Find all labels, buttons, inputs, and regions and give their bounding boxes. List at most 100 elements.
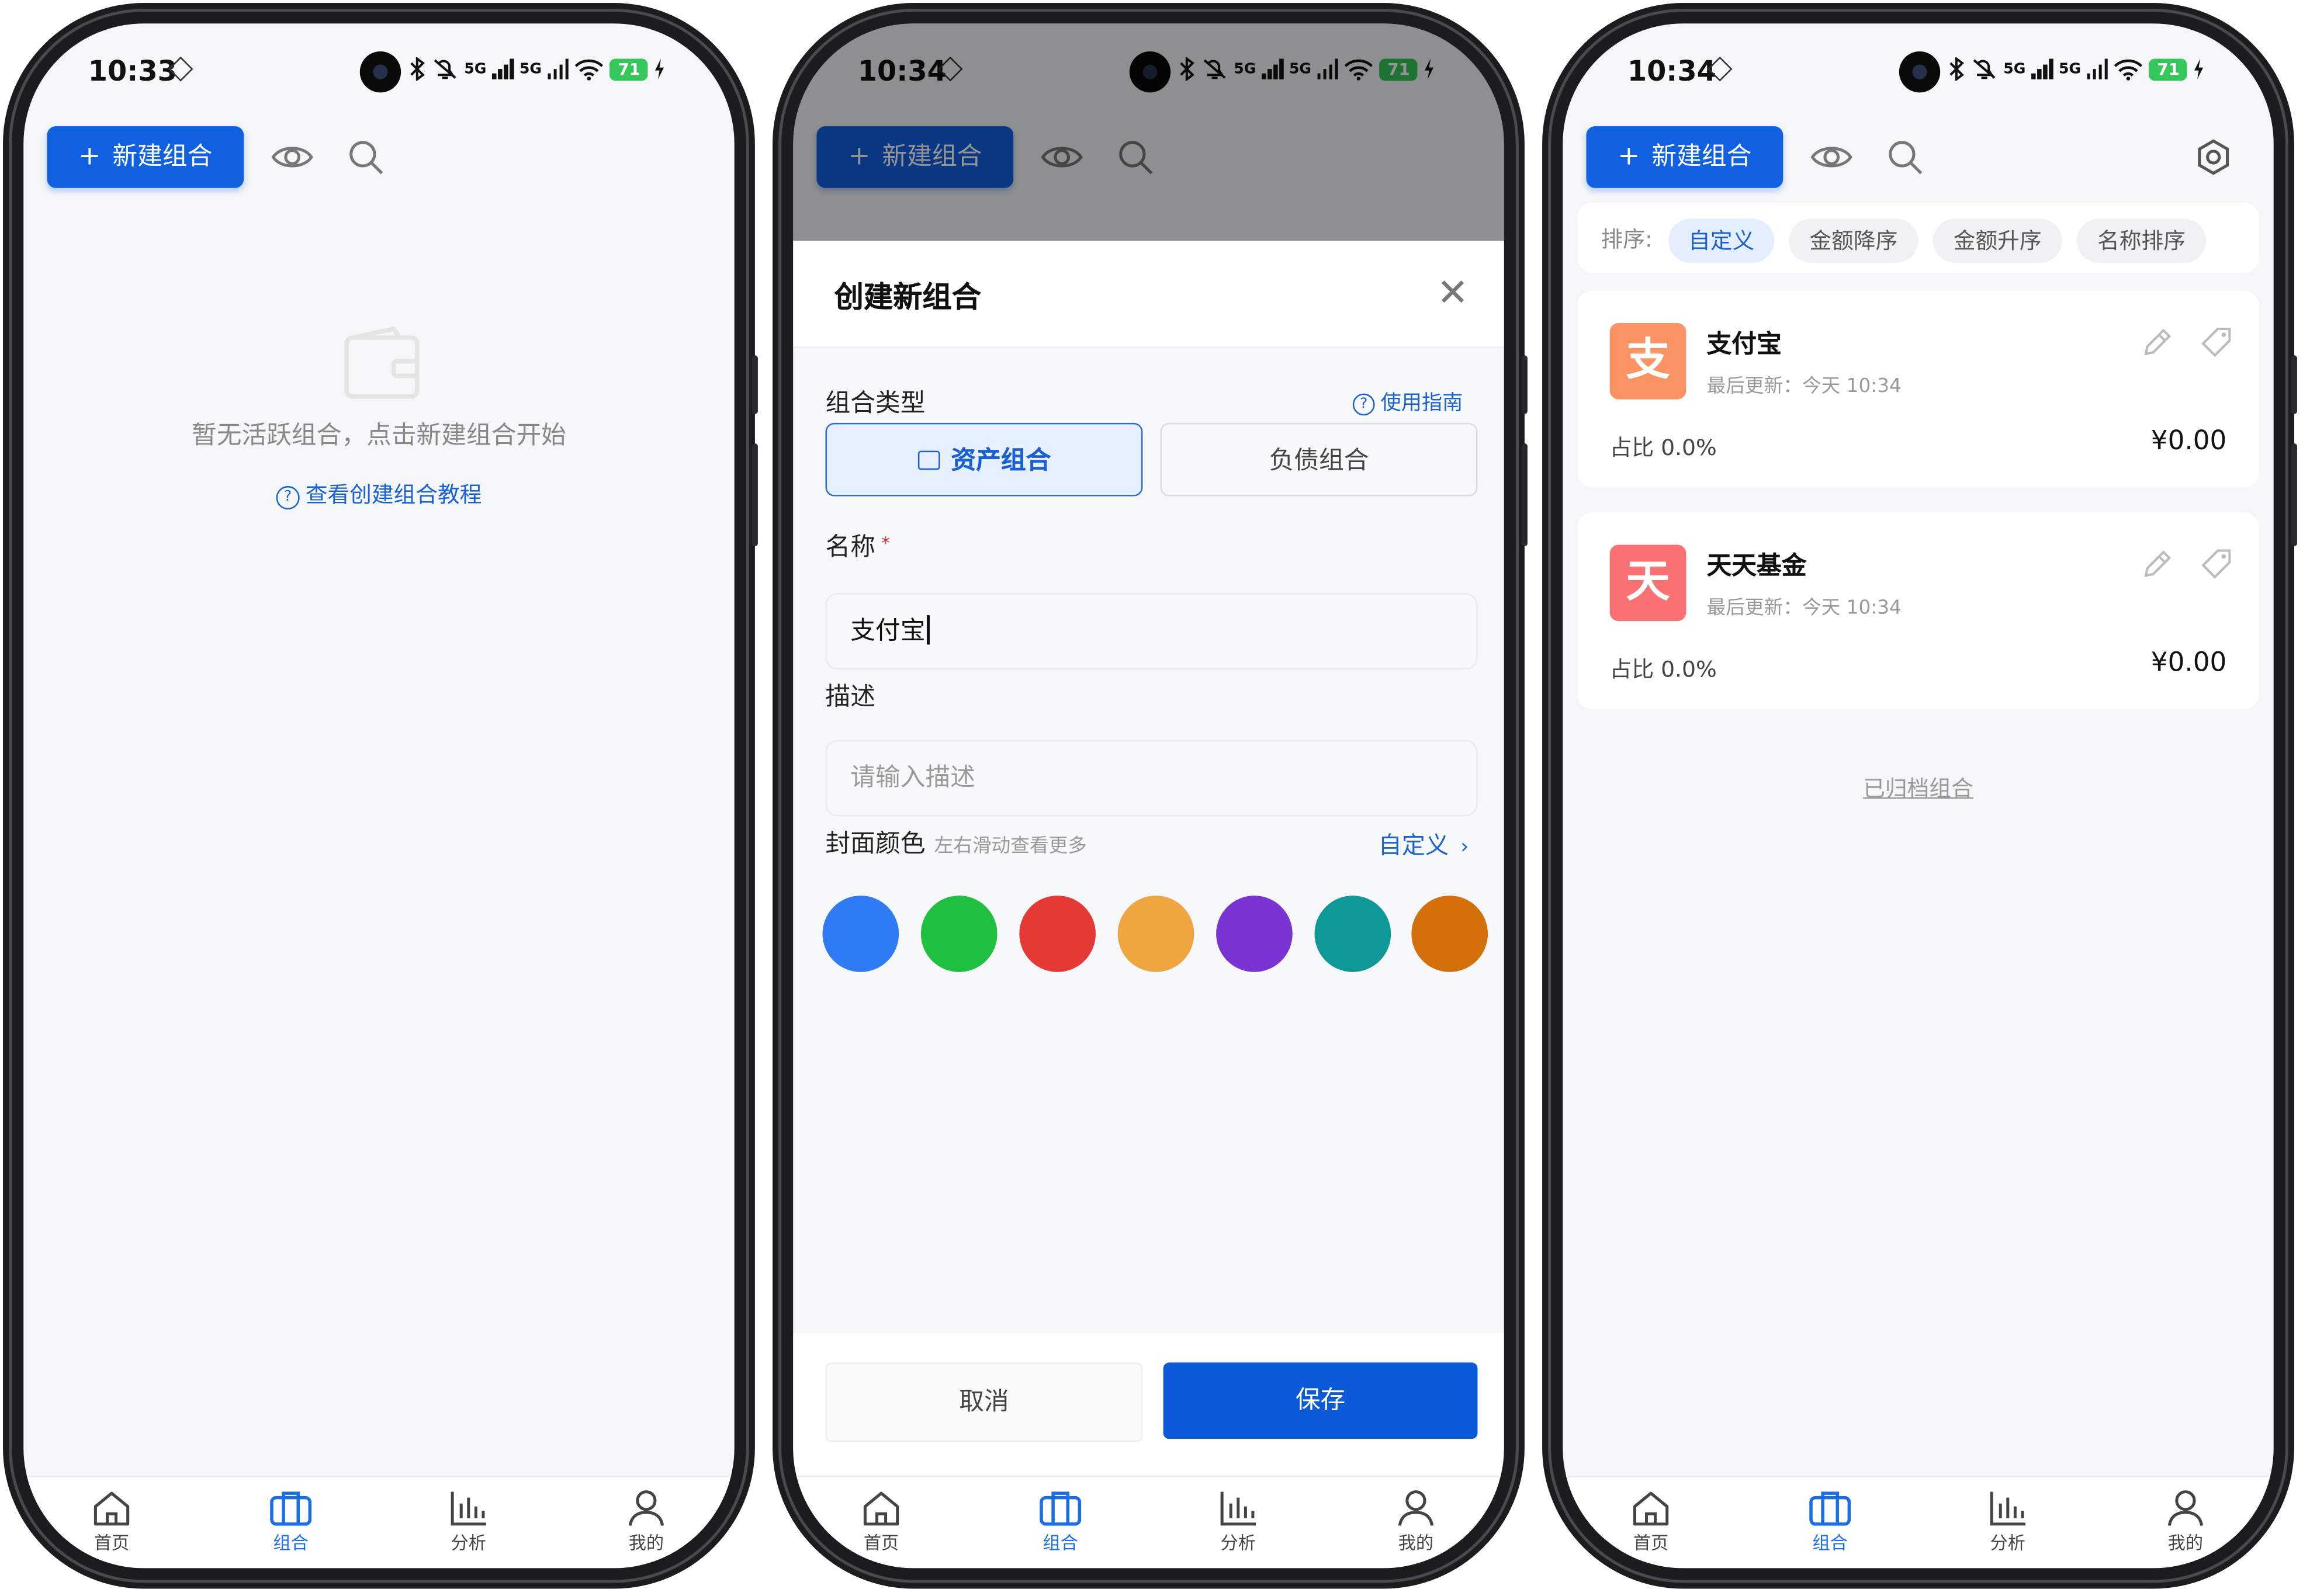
name-label-text: 名称 bbox=[825, 533, 875, 563]
settings-icon[interactable] bbox=[2194, 138, 2232, 176]
status-time: 10:33 bbox=[88, 55, 177, 88]
required-asterisk: * bbox=[881, 533, 891, 554]
signal-bars-icon bbox=[2087, 58, 2108, 79]
bar-chart-icon bbox=[1990, 1491, 2025, 1526]
wallet-empty-icon bbox=[344, 326, 420, 399]
status-icons: 5G 5G 71 bbox=[408, 56, 666, 82]
tag-icon[interactable] bbox=[2200, 547, 2232, 580]
plus-icon: + bbox=[1618, 141, 1640, 172]
portfolio-name: 天天基金 bbox=[1706, 552, 1807, 582]
help-icon: ? bbox=[276, 485, 300, 510]
tag-icon[interactable] bbox=[2200, 326, 2232, 358]
save-button[interactable]: 保存 bbox=[1163, 1362, 1478, 1439]
asset-type-option[interactable]: 资产组合 bbox=[825, 422, 1143, 497]
status-time: 10:34 bbox=[1627, 55, 1716, 88]
charging-icon bbox=[655, 58, 664, 79]
bar-chart-icon bbox=[1220, 1491, 1256, 1526]
portfolio-ratio: 占比 0.0% bbox=[1609, 434, 1717, 462]
person-icon bbox=[2167, 1490, 2204, 1526]
color-swatch[interactable] bbox=[822, 896, 899, 972]
tab-portfolio[interactable]: 组合 bbox=[232, 1489, 349, 1555]
description-label: 描述 bbox=[825, 682, 875, 712]
chevron-right-icon: › bbox=[1460, 835, 1469, 859]
custom-color-link[interactable]: 自定义 › bbox=[1379, 825, 1469, 861]
sort-by-name[interactable]: 名称排序 bbox=[2076, 218, 2207, 263]
tab-home[interactable]: 首页 bbox=[1592, 1489, 1710, 1555]
guide-link-label: 使用指南 bbox=[1380, 392, 1463, 416]
tutorial-link[interactable]: ? 查看创建组合教程 bbox=[23, 478, 734, 510]
network-type-2: 5G bbox=[519, 61, 542, 77]
tab-mine[interactable]: 我的 bbox=[587, 1489, 705, 1555]
tab-analysis-label: 分析 bbox=[1990, 1532, 2025, 1554]
tab-portfolio[interactable]: 组合 bbox=[1771, 1489, 1889, 1555]
bluetooth-icon bbox=[410, 57, 425, 81]
tab-analysis[interactable]: 分析 bbox=[1949, 1489, 2066, 1555]
portfolio-card[interactable]: 支 支付宝 最后更新：今天 10:34 占比 0.0% ¥0.00 bbox=[1577, 290, 2259, 488]
triptych: 10:33 5G 5G 71 + 新建组合 暂无活跃组合，点击新建组合开始 ? 查看… bbox=[0, 0, 2303, 1596]
network-type-1: 5G bbox=[464, 61, 487, 77]
sort-amount-asc[interactable]: 金额升序 bbox=[1933, 218, 2062, 263]
edit-icon[interactable] bbox=[2142, 326, 2174, 358]
cover-color-label: 封面颜色 左右滑动查看更多 bbox=[826, 823, 1087, 859]
color-swatch[interactable] bbox=[1314, 896, 1391, 972]
sort-custom[interactable]: 自定义 bbox=[1668, 218, 1775, 263]
network-type-1: 5G bbox=[2003, 61, 2026, 77]
sort-label: 排序: bbox=[1601, 226, 1653, 253]
eye-icon[interactable] bbox=[270, 138, 314, 176]
portfolio-amount: ¥0.00 bbox=[2150, 425, 2227, 457]
sort-amount-desc[interactable]: 金额降序 bbox=[1789, 218, 1918, 263]
tab-portfolio-label: 组合 bbox=[1043, 1532, 1078, 1554]
eye-icon[interactable] bbox=[1810, 138, 1854, 176]
last-updated: 最后更新：今天 10:34 bbox=[1706, 376, 1902, 398]
tab-home-label: 首页 bbox=[863, 1532, 899, 1554]
status-bar: 10:34 5G 5G 71 bbox=[1563, 23, 2273, 112]
liability-type-option[interactable]: 负债组合 bbox=[1160, 422, 1478, 497]
text-cursor bbox=[926, 615, 929, 645]
tab-portfolio-label: 组合 bbox=[1812, 1532, 1848, 1554]
name-input[interactable]: 支付宝 bbox=[825, 593, 1478, 670]
empty-state-text: 暂无活跃组合，点击新建组合开始 bbox=[191, 421, 566, 451]
portfolio-amount: ¥0.00 bbox=[2150, 647, 2227, 679]
asset-type-label: 资产组合 bbox=[951, 446, 1051, 476]
new-portfolio-button[interactable]: + 新建组合 bbox=[1586, 126, 1783, 188]
new-portfolio-label: 新建组合 bbox=[1651, 142, 1752, 172]
battery-level: 71 bbox=[2149, 58, 2188, 80]
search-icon[interactable] bbox=[1886, 138, 1924, 176]
tab-mine[interactable]: 我的 bbox=[2127, 1489, 2244, 1555]
color-swatch[interactable] bbox=[1411, 896, 1488, 972]
color-swatch[interactable] bbox=[1216, 896, 1293, 972]
guide-link[interactable]: ? 使用指南 bbox=[1352, 388, 1463, 417]
new-portfolio-label: 新建组合 bbox=[112, 142, 213, 172]
description-input[interactable]: 请输入描述 bbox=[825, 740, 1478, 817]
tab-portfolio[interactable]: 组合 bbox=[1002, 1489, 1119, 1555]
portfolio-ratio: 占比 0.0% bbox=[1609, 656, 1717, 683]
close-icon[interactable]: ✕ bbox=[1437, 275, 1469, 313]
search-icon[interactable] bbox=[347, 138, 385, 176]
battery-level: 71 bbox=[609, 58, 649, 80]
color-swatch[interactable] bbox=[1019, 896, 1096, 972]
portfolio-card[interactable]: 天 天天基金 最后更新：今天 10:34 占比 0.0% ¥0.00 bbox=[1577, 512, 2259, 709]
tab-home[interactable]: 首页 bbox=[53, 1489, 170, 1555]
new-portfolio-button[interactable]: + 新建组合 bbox=[47, 126, 244, 188]
top-toolbar: + 新建组合 bbox=[1563, 126, 2273, 191]
color-swatch[interactable] bbox=[920, 896, 998, 972]
briefcase-icon bbox=[270, 1491, 312, 1526]
tab-analysis[interactable]: 分析 bbox=[410, 1489, 527, 1555]
bottom-tab-bar: 首页 组合 分析 我的 bbox=[1563, 1475, 2274, 1569]
cancel-button[interactable]: 取消 bbox=[825, 1362, 1143, 1442]
person-icon bbox=[1398, 1490, 1434, 1526]
tutorial-link-label: 查看创建组合教程 bbox=[305, 481, 482, 508]
tab-analysis[interactable]: 分析 bbox=[1179, 1489, 1297, 1555]
tab-home[interactable]: 首页 bbox=[823, 1489, 940, 1555]
tab-mine[interactable]: 我的 bbox=[1357, 1489, 1474, 1555]
charging-icon bbox=[2194, 58, 2204, 79]
modal-backdrop[interactable] bbox=[793, 23, 1504, 241]
front-camera bbox=[359, 51, 401, 93]
bar-chart-icon bbox=[451, 1491, 486, 1526]
status-bar: 10:33 5G 5G 71 bbox=[23, 23, 734, 112]
archived-portfolios-link[interactable]: 已归档组合 bbox=[1563, 772, 2273, 803]
briefcase-icon bbox=[1040, 1491, 1082, 1526]
color-swatch[interactable] bbox=[1117, 896, 1194, 972]
status-icons: 5G 5G 71 bbox=[1948, 56, 2205, 82]
edit-icon[interactable] bbox=[2142, 547, 2174, 580]
